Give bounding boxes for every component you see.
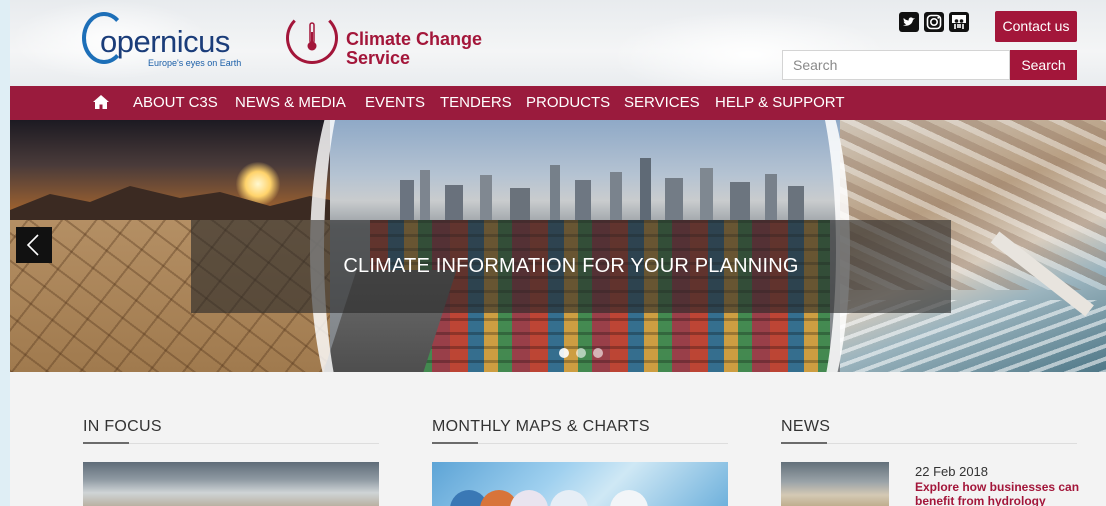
chevron-left-icon: [26, 234, 39, 256]
nav-item-news-media[interactable]: NEWS & MEDIA: [235, 86, 346, 120]
thermometer-icon: [307, 22, 317, 51]
copernicus-logo[interactable]: opernicus Europe's eyes on Earth: [82, 10, 252, 72]
news-title: NEWS: [781, 418, 831, 435]
carousel-dot-2[interactable]: [576, 348, 586, 358]
search-input[interactable]: Search: [782, 50, 1010, 80]
contact-us-button[interactable]: Contact us: [995, 11, 1077, 42]
news-date: 22 Feb 2018: [915, 464, 989, 479]
in-focus-title: IN FOCUS: [83, 418, 162, 435]
news-underline: [781, 442, 827, 444]
instagram-icon[interactable]: [924, 12, 944, 32]
carousel-dot-1[interactable]: [559, 348, 569, 358]
in-focus-image[interactable]: [83, 462, 379, 506]
nav-item-about-c3s[interactable]: ABOUT C3S: [133, 86, 218, 120]
news-headline-link[interactable]: Explore how businesses can benefit from …: [915, 480, 1085, 506]
main-nav: ABOUT C3S NEWS & MEDIA EVENTS TENDERS PR…: [10, 86, 1106, 120]
nav-item-help-support[interactable]: HELP & SUPPORT: [715, 86, 845, 120]
news-thumbnail[interactable]: [781, 462, 889, 506]
copernicus-tagline: Europe's eyes on Earth: [148, 58, 242, 68]
carousel-dot-3[interactable]: [593, 348, 603, 358]
in-focus-underline: [83, 442, 129, 444]
hero-carousel: CLIMATE INFORMATION FOR YOUR PLANNING: [10, 120, 1106, 372]
search-button[interactable]: Search: [1010, 50, 1077, 80]
home-icon[interactable]: [92, 93, 110, 111]
hero-caption[interactable]: CLIMATE INFORMATION FOR YOUR PLANNING: [191, 220, 951, 313]
copernicus-logo-word: opernicus: [100, 24, 230, 59]
carousel-prev-button[interactable]: [16, 227, 52, 263]
twitter-icon[interactable]: [899, 12, 919, 32]
c3s-logo[interactable]: Climate Change Service: [286, 10, 486, 72]
monthly-maps-title: MONTHLY MAPS & CHARTS: [432, 418, 650, 435]
header: opernicus Europe's eyes on Earth Climate…: [10, 0, 1106, 86]
c3s-logo-line1: Climate Change: [346, 29, 483, 49]
c3s-logo-line2: Service: [346, 48, 411, 68]
nav-item-products[interactable]: PRODUCTS: [526, 86, 610, 120]
nav-item-tenders[interactable]: TENDERS: [440, 86, 512, 120]
nav-item-services[interactable]: SERVICES: [624, 86, 700, 120]
nav-item-events[interactable]: EVENTS: [365, 86, 425, 120]
slideshare-icon[interactable]: [949, 12, 969, 32]
page: opernicus Europe's eyes on Earth Climate…: [10, 0, 1106, 506]
monthly-maps-underline: [432, 442, 478, 444]
